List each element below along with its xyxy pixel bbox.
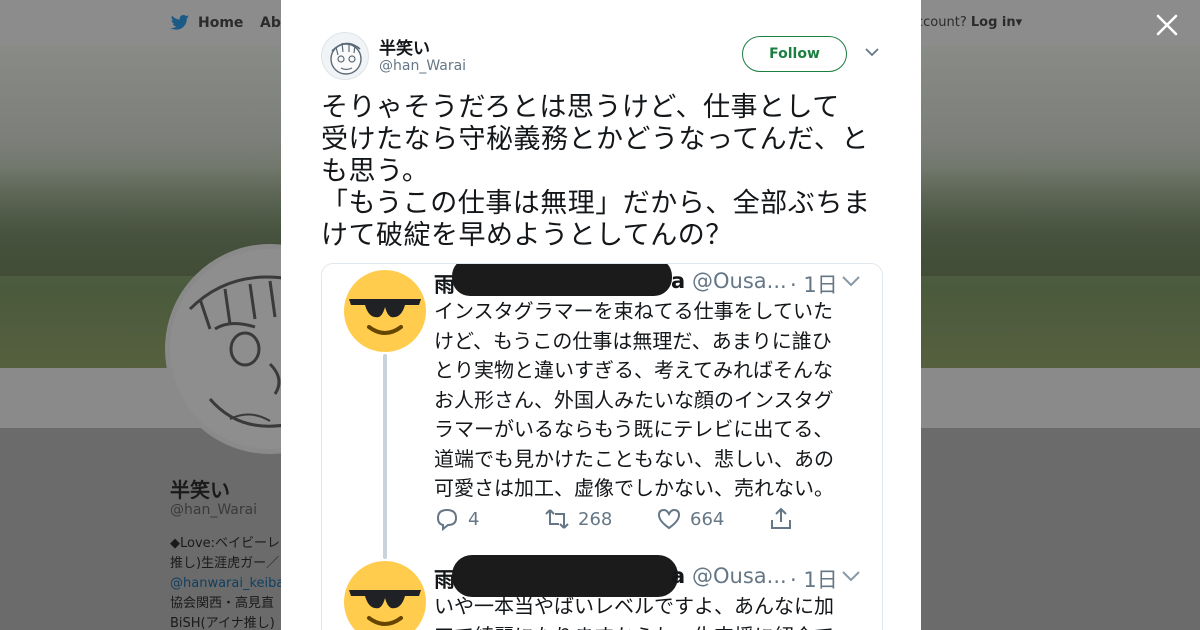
reply-count: 4 [468,508,480,530]
embedded-timestamp: · 1日 [790,273,838,297]
share-action [768,506,794,532]
like-count: 664 [690,508,725,530]
embedded-author-handle: @Ousa... [692,564,787,588]
nav-home-label: Home [198,15,244,31]
redaction-bar [452,264,672,296]
reply-action: 4 [434,506,479,532]
embedded-author-name-suffix: a [671,269,686,293]
embedded-post-text: いや一本当やばいレベルですよ、あんなに加 工で綺麗になりますからね、生支援に紹介… [434,594,834,630]
embedded-author-name-suffix: a [671,564,686,588]
retweet-count: 268 [578,508,613,530]
twitter-bird-icon [170,14,190,30]
account-prompt: ccount? [916,15,967,30]
bio-line: 推し)生涯虎ガー／ [170,556,280,571]
login-caret-icon: ▾ [1015,15,1023,30]
profile-handle: @han_Warai [170,502,258,518]
retweet-icon [545,509,569,529]
chevron-down-icon [842,276,860,287]
follow-button[interactable]: Follow [742,36,847,72]
bio-line: BiSH(アイナ推し) [170,616,275,630]
tweet-text: そりゃそうだろとは思うけど、仕事として 受けたなら守秘義務とかどうなってんだ、と… [321,92,871,251]
author-avatar[interactable] [321,32,369,80]
profile-name: 半笑い [170,478,230,502]
chevron-down-icon [842,571,860,582]
close-icon[interactable] [1154,12,1180,38]
embedded-screenshot[interactable]: 雨 a @Ousa... · 1日 インスタグラマーを束ねてる仕事をしていた け… [321,263,883,630]
share-icon [771,507,791,529]
retweet-action: 268 [544,506,612,532]
embedded-author-handle: @Ousa... [692,269,787,293]
author-name[interactable]: 半笑い [379,34,430,59]
sunglasses-emoji-icon [344,561,426,630]
sketch-face-icon [330,42,362,75]
nav-login-area[interactable]: ccount? Log in▾ [916,15,1022,30]
embedded-timestamp: · 1日 [790,568,838,592]
nav-home-link[interactable]: Home [170,14,243,32]
bio-link[interactable]: @hanwarai_keiba [170,574,284,594]
like-icon [657,508,681,530]
profile-bio: ◆Love:ベイビーレ 推し)生涯虎ガー／ @hanwarai_keiba 協会… [170,534,284,630]
sunglasses-emoji-icon [344,270,426,352]
chevron-down-icon[interactable] [865,47,879,57]
tweet-modal: 半笑い @han_Warai Follow そりゃそうだろとは思うけど、仕事とし… [281,0,921,630]
embedded-action-bar: 4 268 664 [434,506,874,536]
embedded-post-text: インスタグラマーを束ねてる仕事をしていた けど、もうこの仕事は無理だ、あまりに誰… [434,299,834,500]
bio-line: 協会関西・高見直 [170,596,275,611]
thread-line [383,354,387,559]
reply-icon [436,508,458,532]
author-handle[interactable]: @han_Warai [379,58,466,74]
bio-line: ◆Love:ベイビーレ [170,536,281,551]
redaction-bar [452,555,678,597]
login-link[interactable]: Log in [971,15,1016,30]
like-action: 664 [656,506,724,532]
